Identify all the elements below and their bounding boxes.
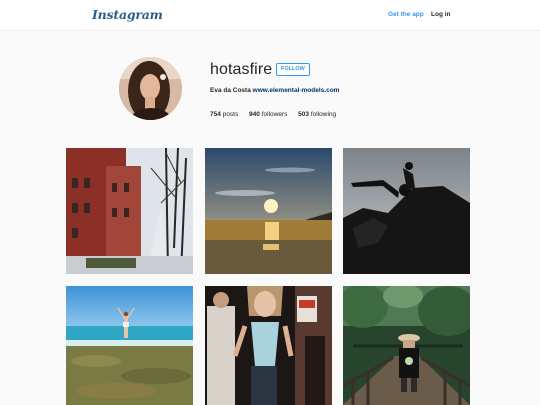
profile-username: hotasfire — [210, 61, 273, 78]
instagram-logo[interactable]: Instagram — [92, 7, 163, 22]
followers-label: followers — [261, 111, 288, 118]
post-thumbnail-3[interactable] — [343, 148, 470, 274]
post-thumbnail-6[interactable] — [343, 286, 470, 405]
following-count: 503 — [298, 111, 310, 118]
profile-website-link[interactable]: www.elemental-models.com — [253, 87, 340, 94]
post-thumbnail-2[interactable] — [205, 148, 332, 274]
followers-stat[interactable]: 940 followers — [249, 111, 287, 118]
following-label: following — [310, 111, 337, 118]
profile-bio: Eva da Costa www.elemental-models.com — [210, 87, 339, 94]
post-thumbnail-1[interactable] — [66, 148, 193, 274]
post-thumbnail-5[interactable] — [205, 286, 332, 405]
log-in-link[interactable]: Log in — [431, 11, 451, 18]
posts-label: posts — [222, 111, 239, 118]
followers-count: 940 — [249, 111, 260, 118]
following-stat[interactable]: 503 following — [298, 111, 336, 118]
follow-button[interactable]: FOLLOW — [276, 63, 310, 76]
posts-count: 754 — [210, 111, 221, 118]
top-navbar: Instagram Get the app Log in — [0, 0, 540, 31]
post-thumbnail-4[interactable] — [66, 286, 193, 405]
get-the-app-link[interactable]: Get the app — [388, 11, 424, 18]
profile-avatar — [119, 57, 182, 120]
posts-stat: 754 posts — [210, 111, 238, 118]
profile-stats: 754 posts 940 followers 503 following — [210, 111, 345, 118]
profile-full-name: Eva da Costa — [210, 87, 251, 94]
